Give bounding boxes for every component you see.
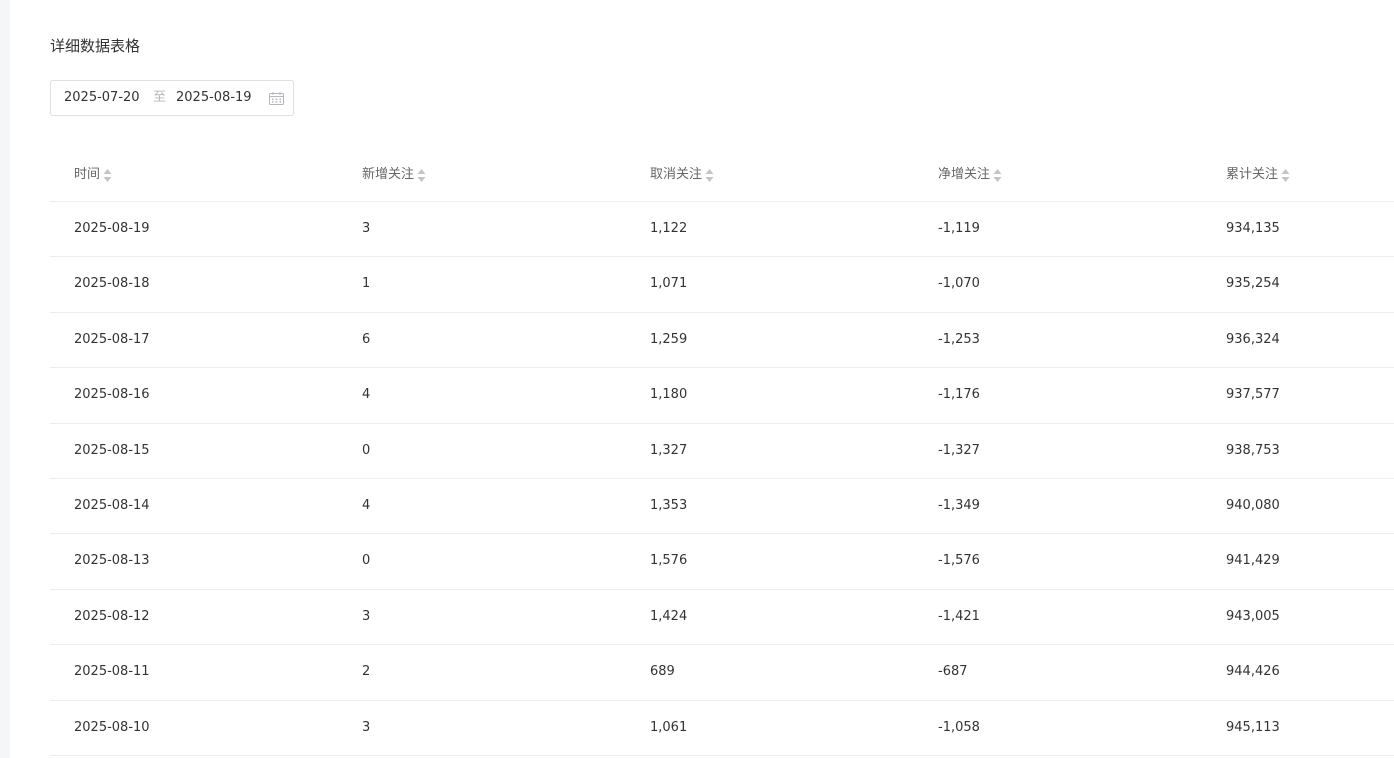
cell-total-follows: 943,005 [1226,608,1280,624]
cell-net-follows: -1,058 [938,719,980,735]
cell-date: 2025-08-19 [74,221,150,236]
cell-date: 2025-08-17 [74,331,150,347]
cell-total-follows: 937,577 [1226,387,1280,403]
cell-total-follows: 938,753 [1226,442,1280,458]
column-header-label: 取消关注 [650,167,703,182]
sort-caret-icon[interactable] [417,168,426,183]
sort-caret-icon[interactable] [103,168,112,183]
date-range-picker[interactable]: 2025-07-20 至 2025-08-19 [50,80,294,116]
cell-new-follows: 3 [362,719,371,735]
cell-date: 2025-08-14 [74,497,150,513]
cell-date: 2025-08-16 [74,387,150,403]
table-row: 2025-08-11 2 689 -687 944,426 [50,645,1394,701]
calendar-icon[interactable] [269,92,284,105]
cell-new-follows: 1 [362,276,371,292]
detail-data-section: 详细数据表格 2025-07-20 至 2025-08-19 时间 新增关注 取… [10,0,1394,758]
cell-date: 2025-08-12 [74,608,150,624]
cell-new-follows: 2 [362,664,371,680]
cell-date: 2025-08-11 [74,664,150,680]
column-header-time[interactable]: 时间 [74,167,112,183]
cell-new-follows: 0 [362,553,371,569]
column-header-unfollows[interactable]: 取消关注 [650,167,714,183]
data-table: 时间 新增关注 取消关注 净增关注 累计关注 2025-08-19 3 1,12… [50,148,1394,756]
table-row: 2025-08-18 1 1,071 -1,070 935,254 [50,257,1394,313]
column-header-label: 时间 [74,167,101,182]
cell-net-follows: -1,327 [938,442,980,458]
cell-unfollows: 1,122 [650,221,688,236]
column-header-label: 累计关注 [1226,167,1279,182]
cell-date: 2025-08-15 [74,442,150,458]
cell-date: 2025-08-13 [74,553,150,569]
column-header-label: 净增关注 [938,167,991,182]
cell-unfollows: 1,259 [650,331,688,347]
sort-caret-icon[interactable] [993,168,1002,183]
table-row: 2025-08-17 6 1,259 -1,253 936,324 [50,313,1394,369]
cell-total-follows: 934,135 [1226,221,1280,236]
cell-net-follows: -1,253 [938,331,980,347]
cell-net-follows: -687 [938,664,968,680]
cell-total-follows: 944,426 [1226,664,1280,680]
cell-new-follows: 0 [362,442,371,458]
date-range-start[interactable]: 2025-07-20 [64,90,140,106]
column-header-new-follows[interactable]: 新增关注 [362,167,426,183]
table-row: 2025-08-15 0 1,327 -1,327 938,753 [50,424,1394,479]
cell-date: 2025-08-18 [74,276,150,292]
table-header-row: 时间 新增关注 取消关注 净增关注 累计关注 [50,148,1394,202]
date-range-separator: 至 [153,90,167,105]
column-header-total-follows[interactable]: 累计关注 [1226,167,1290,183]
cell-total-follows: 941,429 [1226,553,1280,569]
cell-unfollows: 1,353 [650,497,688,513]
column-header-label: 新增关注 [362,167,415,182]
table-row: 2025-08-19 3 1,122 -1,119 934,135 [50,202,1394,258]
cell-new-follows: 4 [362,387,371,403]
table-row: 2025-08-12 3 1,424 -1,421 943,005 [50,590,1394,646]
table-row: 2025-08-10 3 1,061 -1,058 945,113 [50,701,1394,756]
cell-unfollows: 1,327 [650,442,688,458]
cell-net-follows: -1,119 [938,221,980,236]
cell-date: 2025-08-10 [74,719,150,735]
sort-caret-icon[interactable] [705,168,714,183]
date-range-end[interactable]: 2025-08-19 [176,90,252,106]
cell-net-follows: -1,421 [938,608,980,624]
table-row: 2025-08-13 0 1,576 -1,576 941,429 [50,534,1394,590]
cell-net-follows: -1,576 [938,553,980,569]
cell-total-follows: 936,324 [1226,331,1280,347]
cell-unfollows: 1,061 [650,719,688,735]
cell-unfollows: 689 [650,664,675,680]
cell-new-follows: 4 [362,497,371,513]
cell-new-follows: 3 [362,608,371,624]
cell-net-follows: -1,070 [938,276,980,292]
cell-new-follows: 3 [362,221,371,236]
table-row: 2025-08-16 4 1,180 -1,176 937,577 [50,368,1394,424]
cell-total-follows: 940,080 [1226,497,1280,513]
column-header-net-follows[interactable]: 净增关注 [938,167,1002,183]
cell-net-follows: -1,349 [938,497,980,513]
section-title: 详细数据表格 [50,37,141,55]
table-row: 2025-08-14 4 1,353 -1,349 940,080 [50,479,1394,535]
cell-new-follows: 6 [362,331,371,347]
cell-total-follows: 945,113 [1226,719,1280,735]
left-side-panel-edge [0,0,10,758]
cell-net-follows: -1,176 [938,387,980,403]
cell-unfollows: 1,071 [650,276,688,292]
sort-caret-icon[interactable] [1281,168,1290,183]
cell-total-follows: 935,254 [1226,276,1280,292]
cell-unfollows: 1,576 [650,553,688,569]
cell-unfollows: 1,424 [650,608,688,624]
cell-unfollows: 1,180 [650,387,688,403]
